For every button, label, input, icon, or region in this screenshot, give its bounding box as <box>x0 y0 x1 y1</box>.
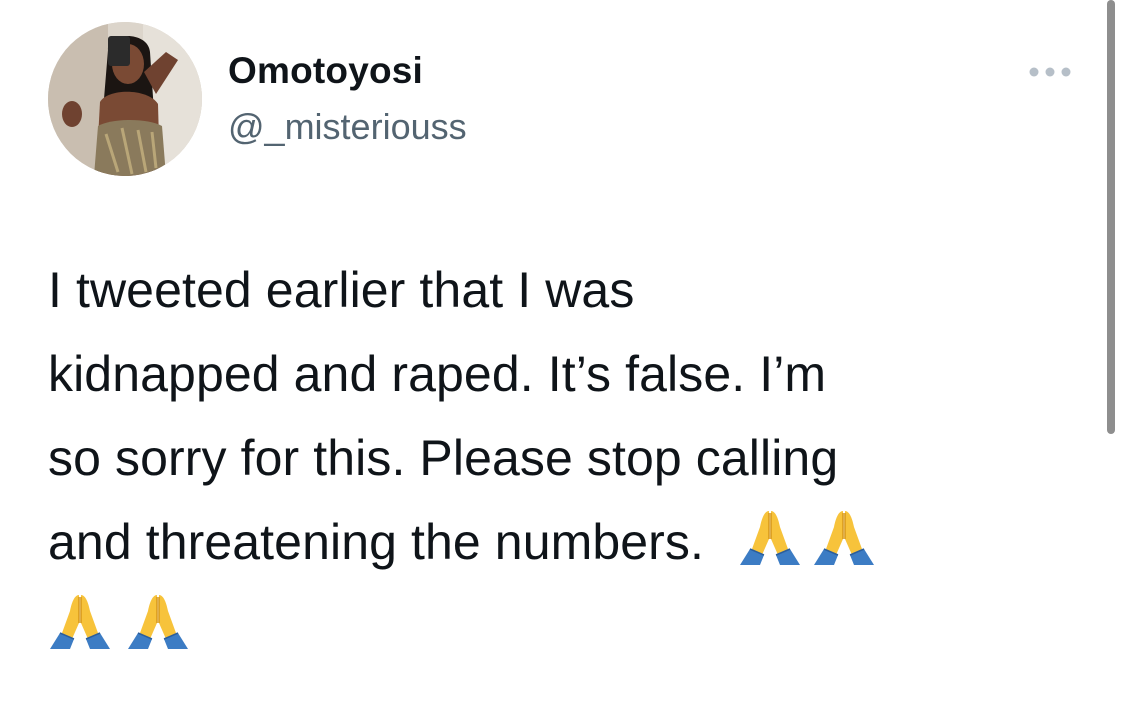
tweet-text-segment: and threatening the numbers. <box>48 514 705 570</box>
tweet-text-line <box>48 584 1058 668</box>
profile-photo-icon <box>48 22 202 176</box>
tweet-text: I tweeted earlier that I was kidnapped a… <box>48 248 1058 668</box>
tweet-text-line: so sorry for this. Please stop calling <box>48 430 839 486</box>
author-handle[interactable]: @_misteriouss <box>228 106 467 148</box>
tweet-text-line: kidnapped and raped. It’s false. I’m <box>48 346 827 402</box>
tweet-text-line: I tweeted earlier that I was <box>48 262 635 318</box>
tweet: Omotoyosi @_misteriouss I tweeted earlie… <box>0 0 1125 715</box>
scrollbar-thumb[interactable] <box>1107 0 1115 434</box>
folded-hands-icon <box>738 505 802 569</box>
ellipsis-icon <box>1029 67 1071 77</box>
tweet-text-line: and threatening the numbers. <box>48 500 1058 584</box>
folded-hands-icon <box>812 505 876 569</box>
more-options-button[interactable] <box>1024 58 1076 86</box>
folded-hands-icon <box>48 589 112 653</box>
folded-hands-icon <box>126 589 190 653</box>
avatar[interactable] <box>48 22 202 176</box>
author-display-name[interactable]: Omotoyosi <box>228 50 423 92</box>
